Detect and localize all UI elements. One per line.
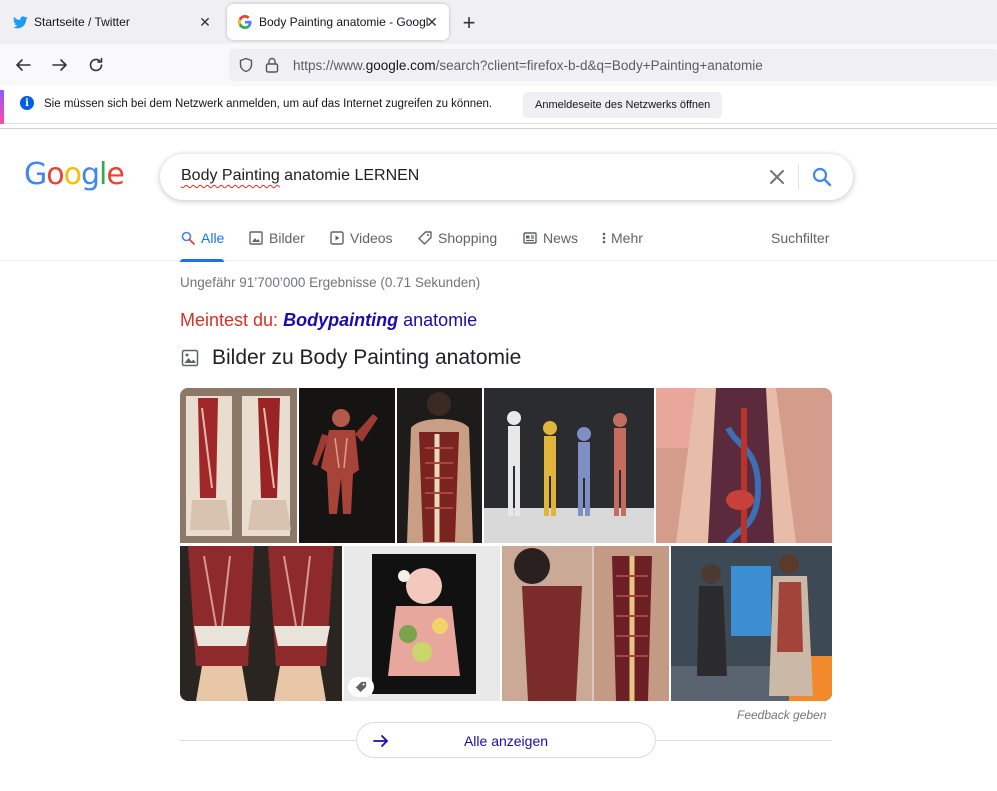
tracking-shield-icon[interactable] [237,56,255,74]
address-bar[interactable]: https://www.google.com/search?client=fir… [229,49,997,81]
feedback-link[interactable]: Feedback geben [737,708,826,722]
forward-button[interactable] [47,53,73,77]
tag-icon [417,230,433,246]
search-icon [180,230,196,246]
browser-tab-twitter[interactable]: Startseite / Twitter ✕ [0,4,222,40]
url-text: https://www.google.com/search?client=fir… [293,57,763,73]
spelling-suggestion-link[interactable]: Bodypainting anatomie [283,310,477,330]
info-icon: i [20,96,34,110]
google-g-icon [237,14,253,30]
tab-shopping[interactable]: Shopping [417,230,497,246]
play-icon [329,230,345,246]
reload-button[interactable] [83,53,109,77]
image-result[interactable] [180,388,297,543]
image-result[interactable] [502,546,669,701]
chrome-divider [0,128,997,129]
did-you-mean: Meintest du: Bodypainting anatomie [180,310,477,331]
search-icon[interactable] [810,165,834,189]
tab-title: Startseite / Twitter [34,15,130,29]
close-tab-icon[interactable]: ✕ [423,13,441,31]
image-result[interactable] [344,546,500,701]
notification-message: Sie müssen sich bei dem Netzwerk anmelde… [44,98,493,110]
close-tab-icon[interactable]: ✕ [196,13,214,31]
browser-tab-bar: Startseite / Twitter ✕ Body Painting ana… [0,0,997,44]
tab-more[interactable]: Mehr [600,230,643,246]
tab-title: Body Painting anatomie - Google Suche [259,15,429,29]
notification-accent [0,90,4,124]
navigation-toolbar: https://www.google.com/search?client=fir… [0,44,997,86]
more-vert-icon [600,230,608,246]
images-section-heading[interactable]: Bilder zu Body Painting anatomie [180,346,521,370]
image-result[interactable] [180,546,342,701]
tab-images[interactable]: Bilder [248,230,305,246]
image-results-grid [180,388,832,701]
image-result[interactable] [671,546,832,701]
search-filter-button[interactable]: Suchfilter [771,230,829,246]
search-tabs: Alle Bilder Videos Shopping News Mehr Su… [0,222,997,262]
image-result[interactable] [397,388,482,543]
search-input[interactable]: Body Painting anatomie LERNEN [160,154,853,200]
tag-icon [348,677,374,697]
clear-search-icon[interactable] [765,165,789,189]
show-all-images-button[interactable]: Alle anzeigen [356,722,656,758]
network-login-notification: i Sie müssen sich bei dem Netzwerk anmel… [0,86,997,124]
image-icon [248,230,264,246]
image-result[interactable] [484,388,654,543]
open-login-page-button[interactable]: Anmeldeseite des Netzwerks öffnen [523,92,723,118]
new-tab-button[interactable]: + [458,12,480,34]
did-you-mean-label: Meintest du: [180,310,279,330]
result-stats: Ungefähr 91’700’000 Ergebnisse (0.71 Sek… [180,275,481,290]
back-button[interactable] [10,53,36,77]
image-result[interactable] [656,388,832,543]
google-logo[interactable]: Google [24,160,125,190]
tab-all[interactable]: Alle [180,230,225,262]
lock-icon[interactable] [263,56,281,74]
tab-videos[interactable]: Videos [329,230,393,246]
twitter-icon [12,14,28,30]
browser-tab-google[interactable]: Body Painting anatomie - Google Suche ✕ [227,4,449,40]
news-icon [522,230,538,246]
image-icon [180,348,200,368]
search-query[interactable]: Body Painting anatomie LERNEN [181,167,419,185]
image-result[interactable] [299,388,395,543]
tab-news[interactable]: News [522,230,578,246]
search-divider [798,164,799,190]
